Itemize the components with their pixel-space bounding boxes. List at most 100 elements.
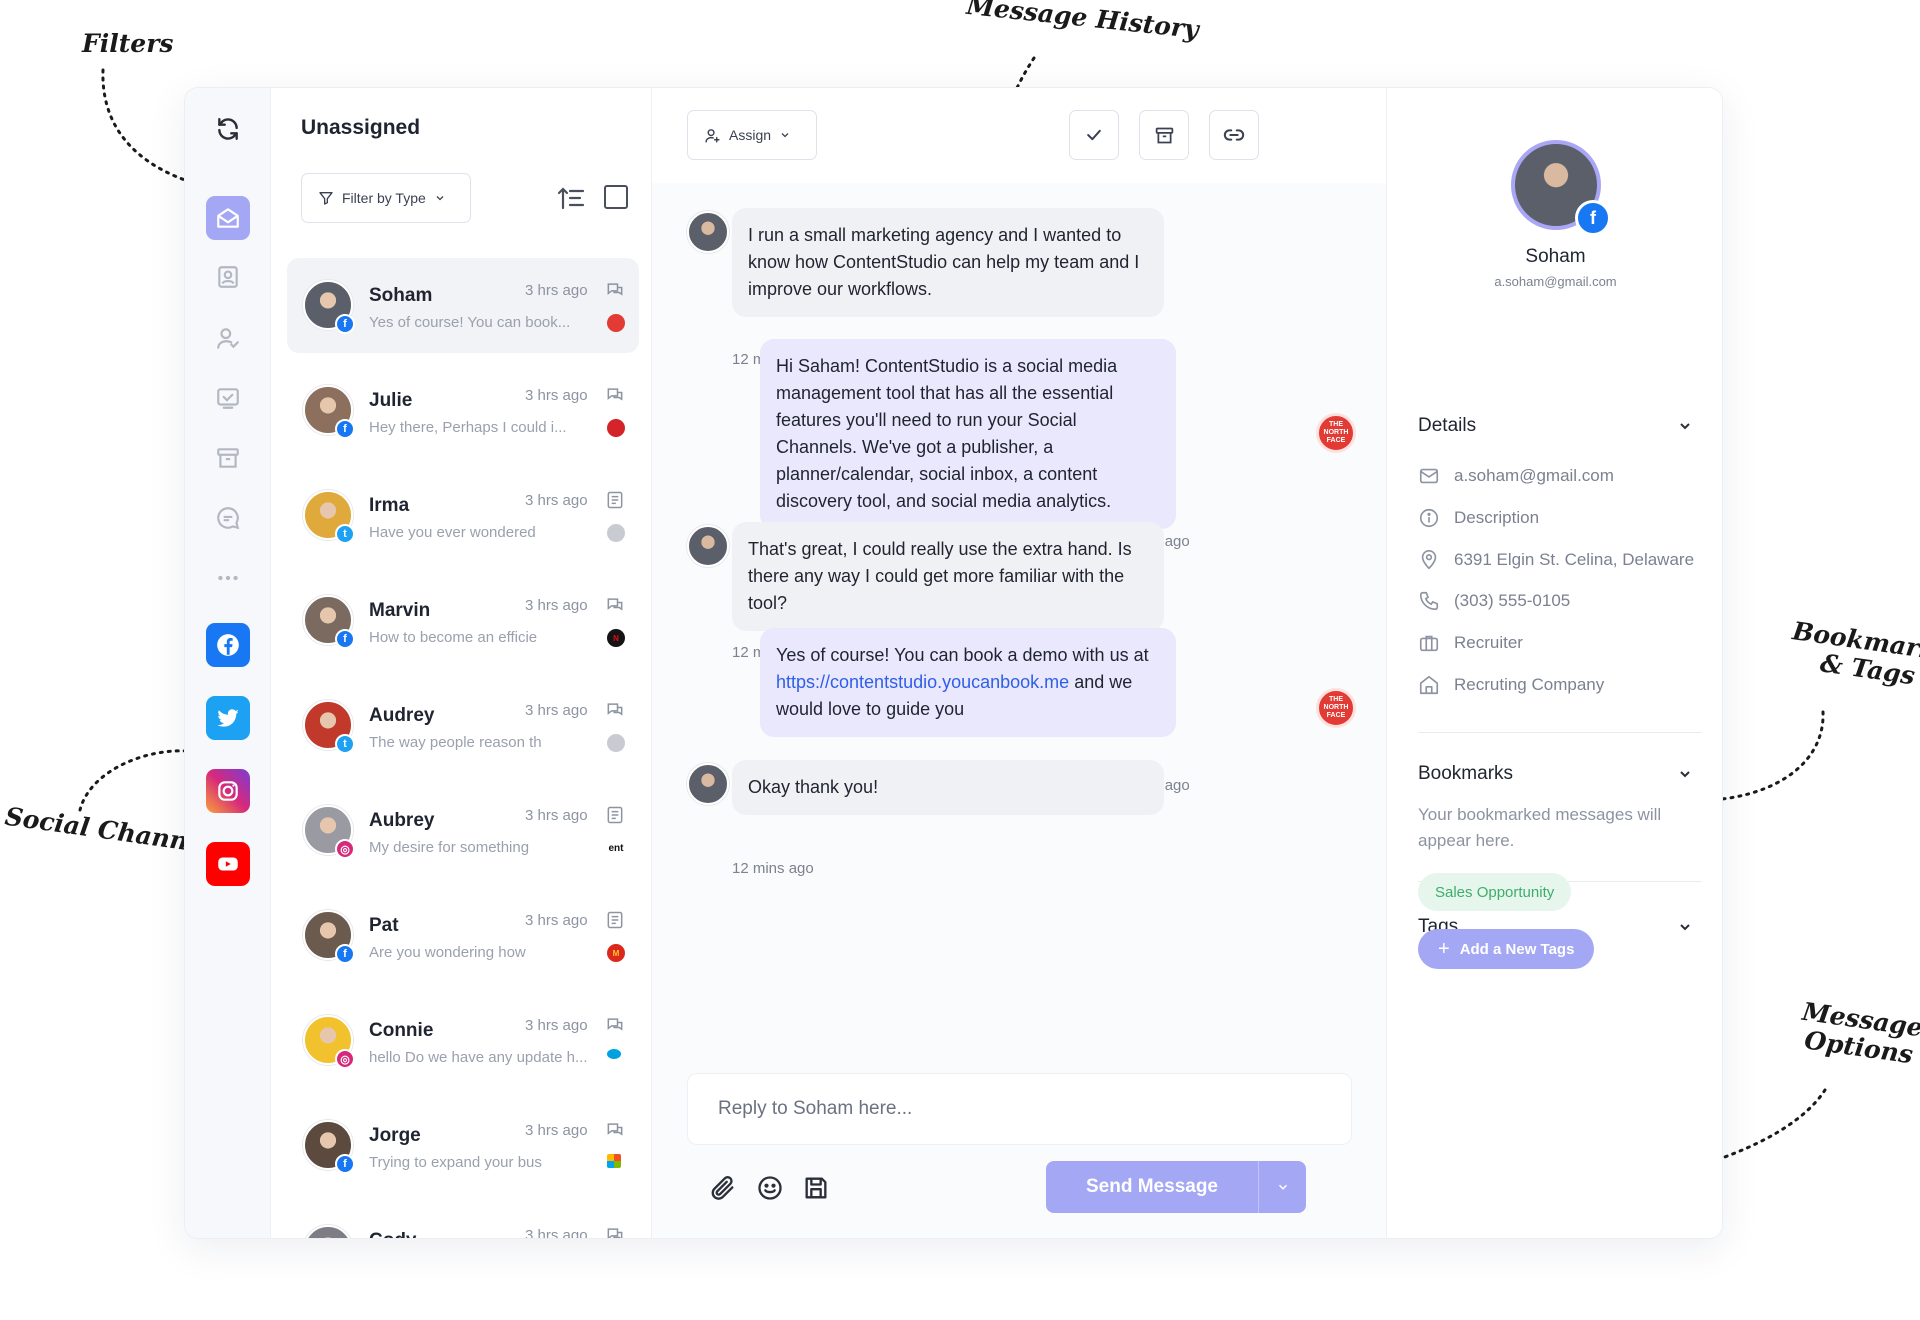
conversation-time: 3 hrs ago xyxy=(525,492,588,509)
inbox-app: Unassigned Filter by Type f Soham 3 hrs ag… xyxy=(184,87,1723,1239)
archive-icon[interactable] xyxy=(206,436,250,480)
outgoing-message: Hi Saham! ContentStudio is a social medi… xyxy=(760,339,1176,529)
chat-icon xyxy=(607,1228,623,1238)
filter-icon xyxy=(319,192,333,205)
refresh-icon[interactable] xyxy=(206,107,250,151)
inbox-icon[interactable] xyxy=(206,196,250,240)
detail-location-text: 6391 Elgin St. Celina, Delaware xyxy=(1454,550,1695,569)
save-icon[interactable] xyxy=(802,1174,830,1202)
attachment-icon[interactable] xyxy=(709,1174,737,1202)
facebook-icon: f xyxy=(335,419,355,439)
done-icon[interactable] xyxy=(206,376,250,420)
info-icon xyxy=(1419,508,1439,528)
send-message-button[interactable]: Send Message xyxy=(1046,1161,1258,1213)
building-icon xyxy=(1419,675,1439,695)
netflix-logo: N xyxy=(607,629,625,647)
tag-sales-opportunity[interactable]: Sales Opportunity xyxy=(1418,873,1572,911)
conversation-item[interactable]: f Soham 3 hrs ago Yes of course! You can bo… xyxy=(287,258,639,353)
more-icon[interactable] xyxy=(206,556,250,600)
conversation-list: Unassigned Filter by Type f Soham 3 hrs ag… xyxy=(271,88,652,1238)
chevron-down-icon[interactable] xyxy=(1677,919,1693,935)
avatar xyxy=(303,1225,353,1238)
mark-done-button[interactable] xyxy=(1069,110,1119,160)
conversation-snippet: My desire for something xyxy=(369,839,530,856)
conversation-name: Aubrey xyxy=(369,810,435,831)
annotation-filters: Filters xyxy=(82,29,174,58)
conversation-item[interactable]: f Jorge 3 hrs ago Trying to expand your bus xyxy=(287,1098,639,1193)
conversation-item[interactable]: ◎ Aubrey 3 hrs ago My desire for something e… xyxy=(287,783,639,878)
reply-input[interactable]: Reply to Soham here... xyxy=(687,1073,1352,1145)
avatar xyxy=(687,763,729,805)
detail-phone-text: (303) 555-0105 xyxy=(1454,591,1571,610)
conversation-item[interactable]: t Audrey 3 hrs ago The way people reason th xyxy=(287,678,639,773)
emoji-icon[interactable] xyxy=(756,1174,784,1202)
detail-company-text: Recruting Company xyxy=(1454,675,1605,694)
add-tag-button[interactable]: + Add a New Tags xyxy=(1418,929,1595,969)
chevron-down-icon xyxy=(781,133,789,138)
chevron-down-icon[interactable] xyxy=(1677,766,1693,782)
conversation-name: Connie xyxy=(369,1020,434,1041)
filter-by-type-button[interactable]: Filter by Type xyxy=(301,173,471,223)
check-icon xyxy=(1087,129,1101,141)
conversation-item[interactable]: t Irma 3 hrs ago Have you ever wondered xyxy=(287,468,639,563)
salesforce-logo xyxy=(607,1049,621,1059)
twitter-icon[interactable] xyxy=(206,696,250,740)
conversation-item[interactable]: f Marvin 3 hrs ago How to become an efficie… xyxy=(287,573,639,668)
conversation-time: 3 hrs ago xyxy=(525,597,588,614)
copy-link-button[interactable] xyxy=(1209,110,1259,160)
send-options-button[interactable] xyxy=(1258,1161,1306,1213)
sort-icon[interactable] xyxy=(556,184,586,212)
profile-panel: f Soham a.soham@gmail.com Details a.soha… xyxy=(1386,88,1722,1238)
left-rail xyxy=(185,88,271,1238)
bookmarks-empty-text: Your bookmarked messages will appear her… xyxy=(1418,805,1662,850)
mail-icon xyxy=(1419,468,1439,484)
chevron-down-icon xyxy=(436,196,444,201)
conversation-snippet: Yes of course! You can book... xyxy=(369,314,571,331)
list-title: Unassigned xyxy=(301,116,421,139)
mcdonalds-logo: M xyxy=(607,944,625,962)
chat-toolbar: Assign xyxy=(652,88,1386,183)
profile-email: a.soham@gmail.com xyxy=(1494,274,1617,289)
message-link[interactable]: https://contentstudio.youcanbook.me xyxy=(776,672,1069,692)
facebook-icon: f xyxy=(335,944,355,964)
annotation-message-history: Message History xyxy=(965,0,1201,45)
annotation-bookmarks-tags: Bookmarks & Tags xyxy=(1787,616,1920,694)
conversation-item[interactable]: fCody3 hrs ago xyxy=(287,1203,639,1238)
select-all-checkbox[interactable] xyxy=(604,185,628,209)
assigned-user-icon[interactable] xyxy=(206,316,250,360)
chat-icon[interactable] xyxy=(206,496,250,540)
amazon-logo xyxy=(607,734,625,752)
conversation-snippet: The way people reason th xyxy=(369,734,542,751)
conversation-time: 3 hrs ago xyxy=(525,807,588,824)
detail-role-text: Recruiter xyxy=(1454,633,1523,652)
conversation-time: 3 hrs ago xyxy=(525,912,588,929)
conversation-item[interactable]: f Pat 3 hrs ago Are you wondering how M xyxy=(287,888,639,983)
youtube-icon[interactable] xyxy=(206,842,250,886)
location-icon xyxy=(1421,550,1437,570)
conversation-time: 3 hrs ago xyxy=(525,1017,588,1034)
detail-email: a.soham@gmail.com xyxy=(1418,465,1614,487)
brand-avatar: THE NORTH FACE xyxy=(1316,688,1356,728)
conversation-snippet: How to become an efficie xyxy=(369,629,538,646)
twitter-icon: t xyxy=(335,734,355,754)
conversation-item[interactable]: f Julie 3 hrs ago Hey there, Perhaps I coul… xyxy=(287,363,639,458)
microsoft-logo xyxy=(607,1154,621,1168)
facebook-icon: f xyxy=(335,314,355,334)
assign-button[interactable]: Assign xyxy=(687,110,817,160)
contacts-icon[interactable] xyxy=(206,255,250,299)
briefcase-icon xyxy=(1419,635,1439,652)
archive-button[interactable] xyxy=(1139,110,1189,160)
chevron-down-icon[interactable] xyxy=(1677,418,1693,434)
instagram-icon[interactable] xyxy=(206,769,250,813)
detail-role: Recruiter xyxy=(1418,632,1523,654)
chevron-down-icon xyxy=(1278,1184,1287,1190)
detail-description: Description xyxy=(1418,507,1539,529)
facebook-icon: f xyxy=(1575,200,1611,236)
detail-phone: (303) 555-0105 xyxy=(1418,590,1570,612)
incoming-message: Okay thank you! xyxy=(732,760,1164,815)
post-icon xyxy=(607,491,623,509)
conversation-time: 3 hrs ago xyxy=(525,1122,588,1139)
facebook-icon[interactable] xyxy=(206,623,250,667)
conversation-item[interactable]: ◎ Connie 3 hrs ago hello Do we have any upd… xyxy=(287,993,639,1088)
chat-icon xyxy=(607,388,623,401)
